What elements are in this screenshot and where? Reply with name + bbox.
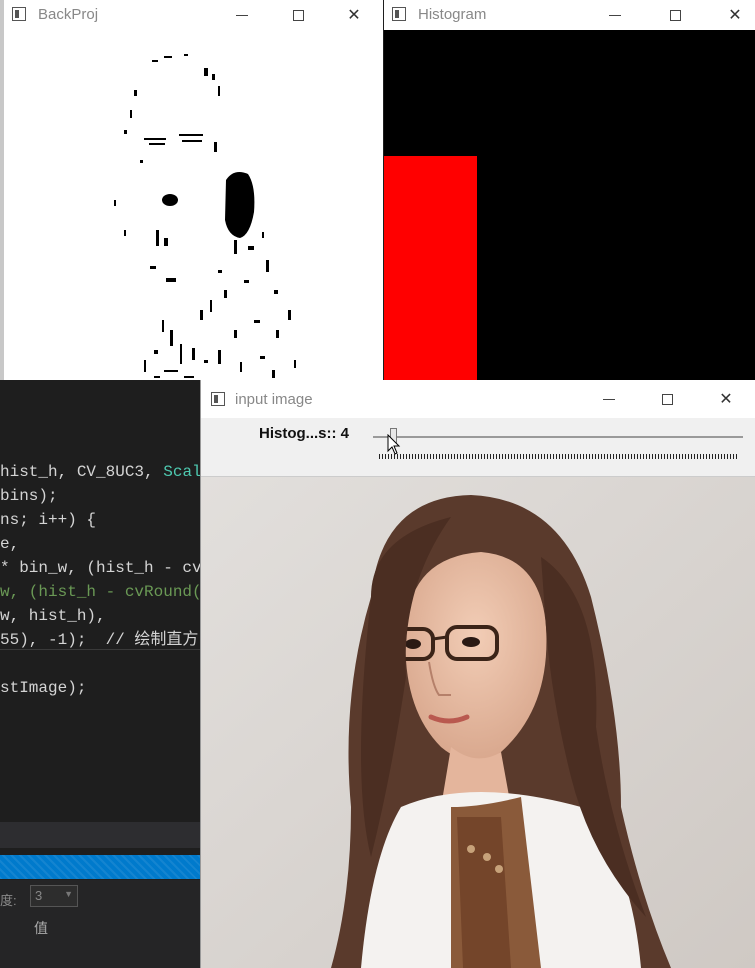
close-button[interactable]: ✕ — [706, 380, 746, 418]
depth-select-value: 3 — [35, 888, 43, 903]
code-token: * bin_w, (hist_h - cv — [0, 559, 202, 577]
code-token: ns; i++) { — [0, 511, 97, 529]
close-button[interactable]: ✕ — [334, 0, 374, 30]
backproj-titlebar[interactable]: BackProj ✕ — [4, 0, 383, 31]
histogram-bar — [384, 156, 477, 380]
trackbar-ticks — [379, 454, 739, 459]
input-photo — [201, 477, 755, 968]
maximize-button[interactable] — [278, 0, 318, 30]
code-line: hist_h, CV_8UC3, Scal — [0, 460, 202, 484]
trackbar-track[interactable] — [373, 436, 743, 438]
close-icon: ✕ — [347, 7, 361, 24]
close-button[interactable]: ✕ — [715, 0, 755, 30]
code-token: e, — [0, 535, 20, 553]
maximize-button[interactable] — [655, 0, 695, 30]
window-app-icon — [12, 7, 26, 21]
code-line: w, hist_h), — [0, 604, 200, 628]
code-token: w, hist_h), — [0, 607, 106, 625]
code-line: bins); — [0, 484, 200, 508]
code-line: w, (hist_h - cvRound( — [0, 580, 202, 604]
code-token: hist_h, CV_8UC3, — [0, 463, 164, 481]
portrait-photo — [201, 477, 755, 968]
histogram-canvas — [384, 30, 755, 380]
value-label: 值 — [34, 920, 48, 936]
window-title: Histogram — [418, 6, 487, 23]
chevron-down-icon: ▼ — [64, 889, 73, 899]
code-token: w, (hist_h - cvRound( — [0, 583, 202, 601]
code-line: e, — [0, 532, 200, 556]
depth-label: 度: — [0, 893, 17, 908]
minimize-button[interactable] — [222, 0, 262, 30]
minimize-button[interactable] — [589, 380, 629, 418]
code-view: hist_h, CV_8UC3, Scal bins); ns; i++) { e, *… — [0, 370, 202, 700]
window-app-icon — [211, 392, 225, 406]
backproj-image — [4, 30, 383, 380]
code-token: stImage); — [0, 679, 87, 697]
code-line: * bin_w, (hist_h - cv — [0, 556, 202, 580]
window-app-icon — [392, 7, 406, 21]
code-token: 55), -1); // 绘制直方 — [0, 631, 199, 649]
depth-select[interactable]: 3 ▼ — [30, 885, 78, 907]
input-image-titlebar[interactable]: input image ✕ — [201, 380, 755, 419]
editor-panel-bar — [0, 822, 200, 848]
close-icon: ✕ — [728, 7, 742, 24]
code-token: Scal — [163, 463, 202, 481]
code-token: bins); — [0, 487, 58, 505]
editor-divider — [0, 649, 200, 650]
histogram-titlebar[interactable]: Histogram ✕ — [384, 0, 755, 31]
maximize-button[interactable] — [647, 380, 687, 418]
trackbar-label: Histog...s:: 4 — [259, 425, 350, 442]
window-title: input image — [235, 391, 313, 408]
progress-status-bar — [0, 855, 200, 879]
window-title: BackProj — [38, 6, 99, 23]
code-line: ns; i++) { — [0, 508, 200, 532]
backproj-window[interactable]: BackProj ✕ — [0, 0, 383, 380]
close-icon: ✕ — [719, 391, 733, 408]
bins-trackbar[interactable]: Histog...s:: 4 - — [201, 418, 755, 477]
mouse-cursor-icon — [387, 434, 401, 455]
backprojection-mask — [114, 54, 296, 378]
code-line: stImage); — [0, 676, 200, 700]
histogram-window[interactable]: Histogram ✕ — [384, 0, 755, 380]
minimize-button[interactable] — [595, 0, 635, 30]
input-image-window[interactable]: input image ✕ Histog...s:: 4 - — [200, 380, 755, 968]
